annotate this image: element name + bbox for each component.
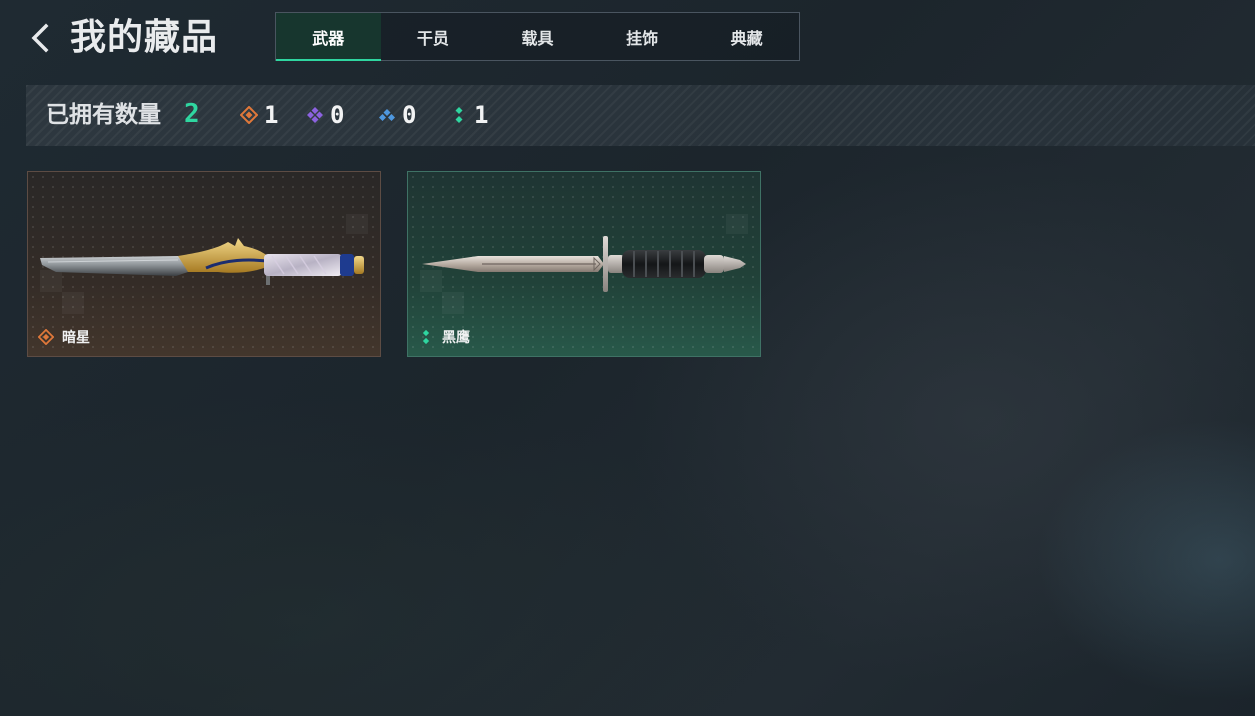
blue-diamond-icon xyxy=(379,109,395,121)
chevron-left-icon xyxy=(31,23,49,53)
rarity-stat-orange: 1 xyxy=(240,99,278,131)
green-diamond-icon xyxy=(422,329,430,345)
rarity-count-orange: 1 xyxy=(264,101,279,129)
orange-diamond-icon xyxy=(38,329,54,345)
tab-collection[interactable]: 典藏 xyxy=(694,13,799,60)
item-card-anxing[interactable]: 暗星 xyxy=(27,171,381,357)
tab-vehicles[interactable]: 载具 xyxy=(485,13,590,60)
purple-diamond-icon xyxy=(307,107,323,123)
rarity-count-green: 1 xyxy=(474,101,489,129)
owned-count-bar: 已拥有数量 2 1 0 0 1 xyxy=(26,85,1255,146)
item-name: 暗星 xyxy=(62,330,90,346)
back-button[interactable] xyxy=(26,20,60,56)
rarity-stat-green: 1 xyxy=(450,99,488,131)
item-card-heiying[interactable]: 黑鹰 xyxy=(407,171,761,357)
green-diamond-icon xyxy=(455,107,463,123)
page-title: 我的藏品 xyxy=(70,17,219,58)
item-name-row: 暗星 xyxy=(38,328,90,346)
item-name: 黑鹰 xyxy=(442,330,470,346)
tab-weapons[interactable]: 武器 xyxy=(276,13,381,61)
rarity-stat-blue: 0 xyxy=(378,99,416,131)
category-tabs: 武器 干员 载具 挂饰 典藏 xyxy=(275,12,800,61)
orange-diamond-icon xyxy=(240,106,258,124)
rarity-stat-purple: 0 xyxy=(306,99,344,131)
owned-count-label: 已拥有数量 xyxy=(46,102,161,128)
owned-total-count: 2 xyxy=(184,99,200,129)
tab-operators[interactable]: 干员 xyxy=(381,13,486,60)
item-name-row: 黑鹰 xyxy=(418,328,470,346)
header: 我的藏品 武器 干员 载具 挂饰 典藏 xyxy=(0,0,1255,80)
rarity-count-purple: 0 xyxy=(330,101,345,129)
tab-charms[interactable]: 挂饰 xyxy=(590,13,695,60)
rarity-count-blue: 0 xyxy=(402,101,417,129)
